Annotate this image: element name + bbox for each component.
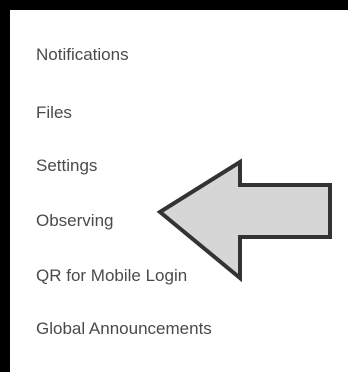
menu-item-settings[interactable]: Settings xyxy=(36,156,97,176)
menu-item-notifications[interactable]: Notifications xyxy=(36,45,129,65)
menu-item-global-announcements[interactable]: Global Announcements xyxy=(36,319,212,339)
account-menu-panel: Notifications Files Settings Observing Q… xyxy=(10,10,348,372)
menu-item-observing[interactable]: Observing xyxy=(36,211,113,231)
menu-item-qr-mobile-login[interactable]: QR for Mobile Login xyxy=(36,266,187,286)
menu-item-files[interactable]: Files xyxy=(36,103,72,123)
